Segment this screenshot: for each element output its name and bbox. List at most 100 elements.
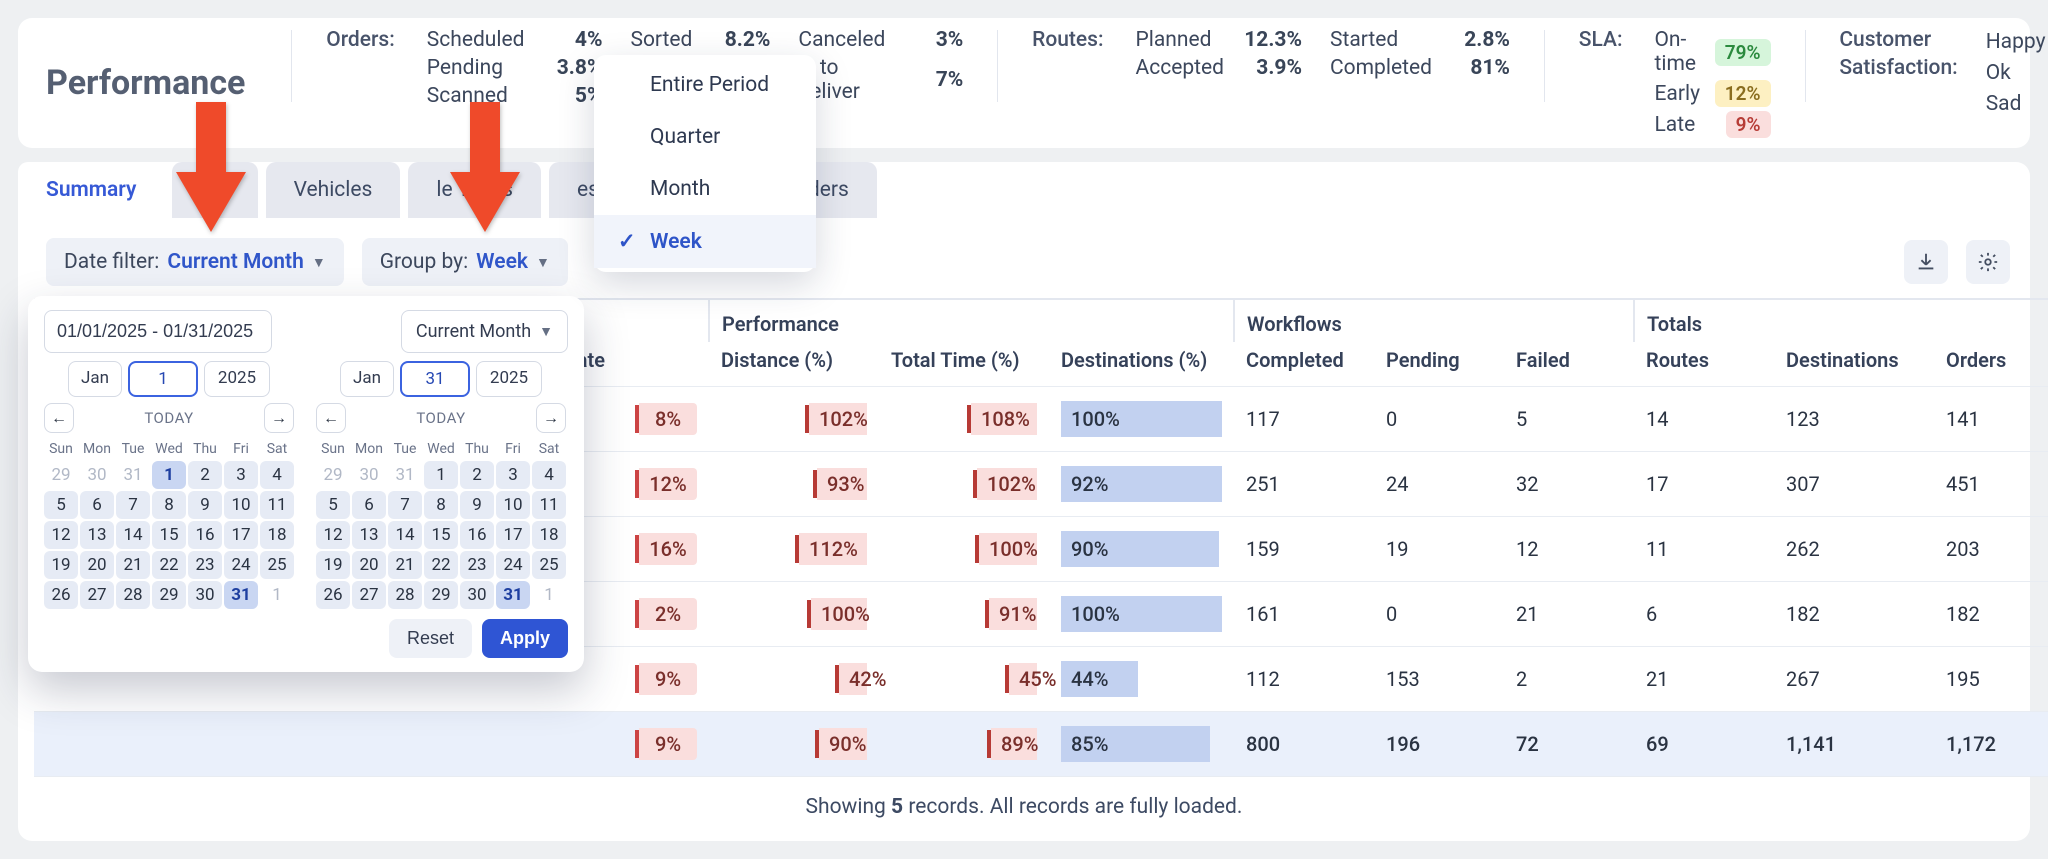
calendar-day[interactable]: 16 xyxy=(188,521,222,549)
calendar-day[interactable]: 24 xyxy=(224,551,258,579)
caret-down-icon: ▼ xyxy=(536,254,550,271)
group-option-entire-period[interactable]: Entire Period xyxy=(594,59,816,111)
annotation-arrow-date-filter xyxy=(176,102,246,236)
calendar-day[interactable]: 19 xyxy=(44,551,78,579)
calendar-day[interactable]: 12 xyxy=(316,521,350,549)
download-button[interactable] xyxy=(1904,240,1948,284)
calendar-day[interactable]: 14 xyxy=(116,521,150,549)
page-title: Performance xyxy=(46,63,245,103)
calendar-day[interactable]: 6 xyxy=(352,491,386,519)
calendar-end: Jan312025←TODAY→SunMonTueWedThuFriSat293… xyxy=(316,361,566,609)
cal-year[interactable]: 2025 xyxy=(204,361,270,397)
calendar-day[interactable]: 30 xyxy=(188,581,222,609)
date-preset-select[interactable]: Current Month ▼ xyxy=(401,310,568,353)
calendar-day[interactable]: 18 xyxy=(260,521,294,549)
cal-day[interactable]: 31 xyxy=(400,361,470,397)
calendar-day[interactable]: 3 xyxy=(496,461,530,489)
calendar-day[interactable]: 27 xyxy=(352,581,386,609)
calendar-day[interactable]: 23 xyxy=(460,551,494,579)
calendar-day[interactable]: 7 xyxy=(116,491,150,519)
calendar-day[interactable]: 13 xyxy=(352,521,386,549)
calendar-day[interactable]: 24 xyxy=(496,551,530,579)
download-icon xyxy=(1915,251,1937,273)
calendar-day: 29 xyxy=(44,461,78,489)
calendar-day[interactable]: 26 xyxy=(44,581,78,609)
calendar-day[interactable]: 22 xyxy=(152,551,186,579)
caret-down-icon: ▼ xyxy=(312,254,326,271)
calendar-day[interactable]: 15 xyxy=(152,521,186,549)
calendar-day[interactable]: 19 xyxy=(316,551,350,579)
date-filter-chip[interactable]: Date filter: Current Month ▼ xyxy=(46,238,344,286)
check-icon: ✓ xyxy=(618,229,640,254)
calendar-day[interactable]: 25 xyxy=(260,551,294,579)
calendar-day[interactable]: 7 xyxy=(388,491,422,519)
calendar-day[interactable]: 17 xyxy=(224,521,258,549)
calendar-day[interactable]: 13 xyxy=(80,521,114,549)
calendar-day[interactable]: 5 xyxy=(316,491,350,519)
calendar-day[interactable]: 27 xyxy=(80,581,114,609)
today-label[interactable]: TODAY xyxy=(144,409,193,427)
cal-month[interactable]: Jan xyxy=(340,361,394,397)
settings-button[interactable] xyxy=(1966,240,2010,284)
calendar-day[interactable]: 20 xyxy=(80,551,114,579)
calendar-day[interactable]: 23 xyxy=(188,551,222,579)
calendar-day[interactable]: 22 xyxy=(424,551,458,579)
prev-month-button[interactable]: ← xyxy=(44,403,74,433)
calendar-day[interactable]: 21 xyxy=(388,551,422,579)
cal-year[interactable]: 2025 xyxy=(476,361,542,397)
calendar-day[interactable]: 20 xyxy=(352,551,386,579)
group-option-month[interactable]: Month xyxy=(594,163,816,215)
calendar-day[interactable]: 26 xyxy=(316,581,350,609)
calendar-day[interactable]: 5 xyxy=(44,491,78,519)
today-label[interactable]: TODAY xyxy=(416,409,465,427)
tab-summary[interactable]: Summary xyxy=(18,162,164,218)
next-month-button[interactable]: → xyxy=(264,403,294,433)
calendar-day[interactable]: 28 xyxy=(388,581,422,609)
calendar-day[interactable]: 11 xyxy=(260,491,294,519)
calendar-day[interactable]: 17 xyxy=(496,521,530,549)
calendar-day[interactable]: 10 xyxy=(496,491,530,519)
reset-button[interactable]: Reset xyxy=(389,619,472,658)
calendar-day[interactable]: 9 xyxy=(188,491,222,519)
calendar-day[interactable]: 30 xyxy=(460,581,494,609)
calendar-day[interactable]: 6 xyxy=(80,491,114,519)
calendar-day[interactable]: 31 xyxy=(224,581,258,609)
calendar-day[interactable]: 29 xyxy=(152,581,186,609)
calendar-day[interactable]: 3 xyxy=(224,461,258,489)
group-option-week[interactable]: ✓Week xyxy=(594,215,816,268)
calendar-day[interactable]: 18 xyxy=(532,521,566,549)
next-month-button[interactable]: → xyxy=(536,403,566,433)
cal-month[interactable]: Jan xyxy=(68,361,122,397)
calendar-day: 29 xyxy=(316,461,350,489)
calendar-day[interactable]: 8 xyxy=(424,491,458,519)
apply-button[interactable]: Apply xyxy=(482,619,568,658)
group-by-chip[interactable]: Group by: Week ▼ xyxy=(362,238,568,286)
calendar-day[interactable]: 15 xyxy=(424,521,458,549)
calendar-day[interactable]: 25 xyxy=(532,551,566,579)
calendar-day[interactable]: 12 xyxy=(44,521,78,549)
calendar-day[interactable]: 8 xyxy=(152,491,186,519)
calendar-day[interactable]: 2 xyxy=(460,461,494,489)
calendar-day[interactable]: 11 xyxy=(532,491,566,519)
calendar-day[interactable]: 4 xyxy=(260,461,294,489)
calendar-day[interactable]: 9 xyxy=(460,491,494,519)
tabs: SummaryersVehiclesle TypesesStatesOrders xyxy=(18,162,2030,218)
calendar-day[interactable]: 28 xyxy=(116,581,150,609)
prev-month-button[interactable]: ← xyxy=(316,403,346,433)
group-option-quarter[interactable]: Quarter xyxy=(594,111,816,163)
cal-day[interactable]: 1 xyxy=(128,361,198,397)
date-range-input[interactable] xyxy=(44,310,272,353)
calendar-day[interactable]: 10 xyxy=(224,491,258,519)
calendar-day[interactable]: 2 xyxy=(188,461,222,489)
date-range-panel: Current Month ▼ Jan12025←TODAY→SunMonTue… xyxy=(28,296,584,672)
calendar-day[interactable]: 1 xyxy=(424,461,458,489)
calendar-day[interactable]: 29 xyxy=(424,581,458,609)
tab-vehicles[interactable]: Vehicles xyxy=(266,162,401,218)
calendar-day[interactable]: 4 xyxy=(532,461,566,489)
calendar-day[interactable]: 1 xyxy=(152,461,186,489)
calendar-day[interactable]: 21 xyxy=(116,551,150,579)
calendar-day[interactable]: 31 xyxy=(496,581,530,609)
calendar-day[interactable]: 16 xyxy=(460,521,494,549)
calendar-day[interactable]: 14 xyxy=(388,521,422,549)
calendar-day: 31 xyxy=(388,461,422,489)
